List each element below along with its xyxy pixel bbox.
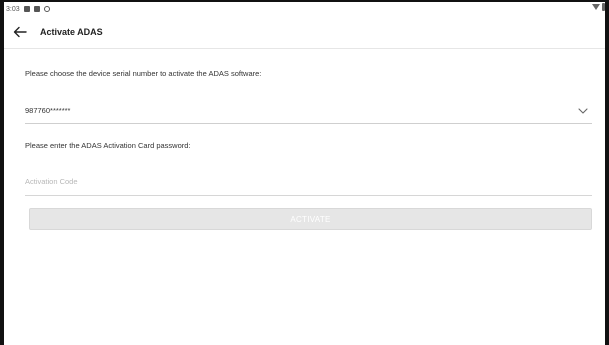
app-icon: [33, 6, 40, 12]
arrow-left-icon[interactable]: [10, 22, 30, 42]
app-bar: Activate ADAS: [4, 16, 605, 49]
status-time: 3:03: [6, 5, 20, 13]
serial-number-select[interactable]: 987760*******: [25, 97, 592, 124]
activation-code-field[interactable]: [25, 167, 592, 196]
wifi-icon: [592, 4, 600, 10]
status-bar: 3:03: [4, 2, 605, 16]
password-prompt: Please enter the ADAS Activation Card pa…: [25, 141, 191, 150]
chevron-down-icon[interactable]: [578, 101, 588, 119]
activation-code-input[interactable]: [25, 176, 592, 186]
settings-icon: [43, 6, 50, 12]
activate-button[interactable]: ACTIVATE: [29, 208, 592, 230]
page-title: Activate ADAS: [40, 27, 103, 37]
image-icon: [23, 6, 30, 12]
serial-number-value: 987760*******: [25, 105, 71, 115]
battery-icon: [602, 3, 605, 11]
serial-prompt: Please choose the device serial number t…: [25, 69, 262, 78]
